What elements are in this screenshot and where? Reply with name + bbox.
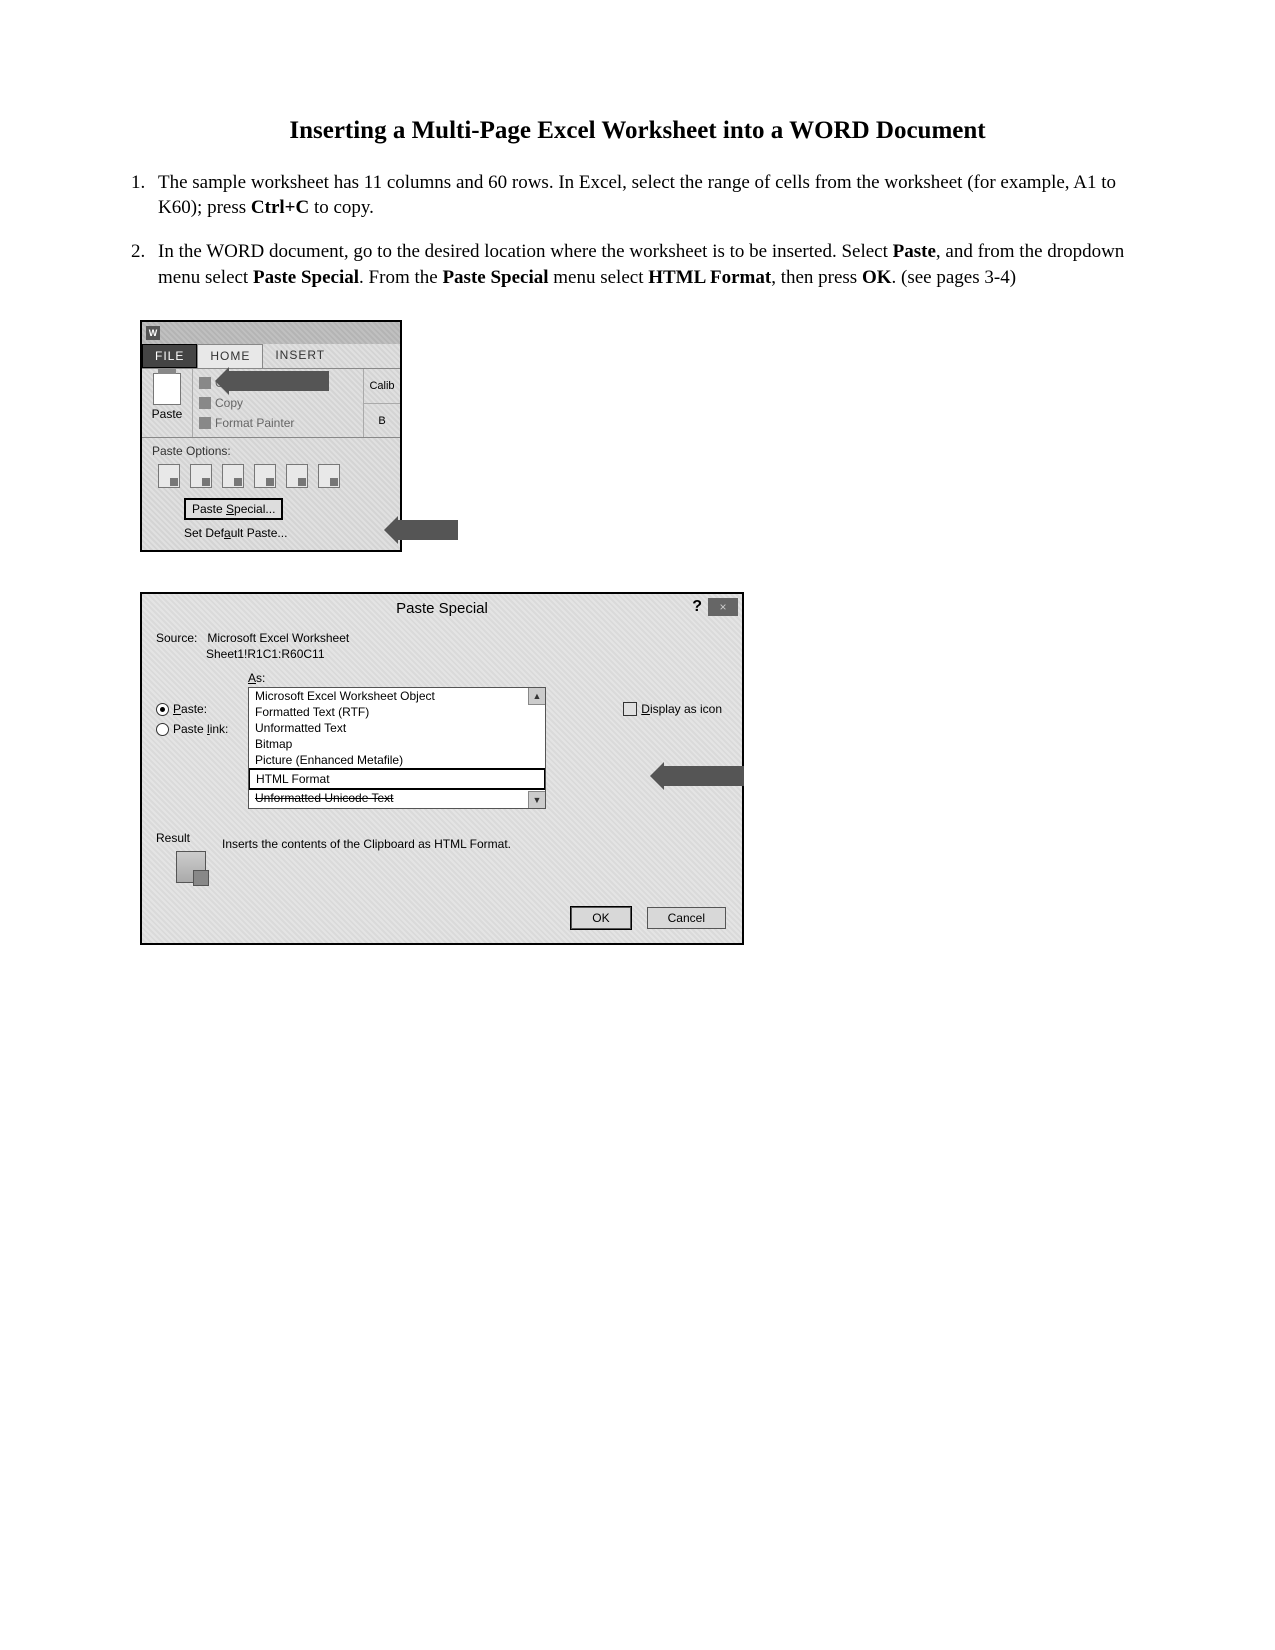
- radio-paste-accel: P: [173, 702, 181, 716]
- word-ribbon-screenshot: W FILE HOME INSERT Paste Cut Copy: [140, 320, 402, 552]
- brush-icon: [199, 417, 211, 429]
- paste-option-4[interactable]: [254, 464, 276, 488]
- tab-file[interactable]: FILE: [142, 344, 197, 368]
- source-range: Sheet1!R1C1:R60C11: [156, 647, 728, 661]
- page-title: Inserting a Multi-Page Excel Worksheet i…: [120, 117, 1155, 145]
- source-label: Source:: [156, 631, 197, 645]
- list-item[interactable]: Formatted Text (RTF): [249, 704, 545, 720]
- paste-option-icons: [158, 464, 390, 488]
- paste-option-3[interactable]: [222, 464, 244, 488]
- display-as-icon-checkbox[interactable]: Display as icon: [623, 702, 722, 716]
- list-item[interactable]: Bitmap: [249, 736, 545, 752]
- display-as-icon-rest: isplay as icon: [650, 702, 722, 716]
- result-label: Result: [156, 831, 190, 845]
- step-2-bold-html: HTML Format: [648, 267, 771, 288]
- as-label: As:: [248, 671, 728, 685]
- step-1-shortcut: Ctrl+C: [251, 197, 309, 218]
- checkbox-icon: [623, 702, 637, 716]
- font-name-fragment[interactable]: Calib: [364, 369, 400, 404]
- step-2-text-c: . From the: [359, 267, 442, 288]
- radio-dot-icon641data-interactable: [156, 723, 169, 736]
- step-2-text-a: In the WORD document, go to the desired …: [158, 241, 893, 262]
- copy-label: Copy: [215, 396, 243, 410]
- list-item-selected-frame: HTML Format: [248, 768, 546, 790]
- paste-special-dialog: Paste Special ? × Source: Microsoft Exce…: [140, 592, 744, 945]
- list-item[interactable]: Microsoft Excel Worksheet Object: [249, 688, 545, 704]
- ribbon-titlebar: W: [142, 322, 400, 344]
- ok-button[interactable]: OK: [571, 907, 630, 929]
- instruction-list: The sample worksheet has 11 columns and …: [120, 170, 1155, 291]
- step-2-bold-ok: OK: [862, 267, 892, 288]
- paste-button-label: Paste: [144, 407, 190, 421]
- step-2-bold-pastespecial2: Paste Special: [442, 267, 548, 288]
- paste-special-label-pre: Paste: [192, 502, 226, 516]
- annotation-arrow-icon: [398, 520, 458, 540]
- set-default-pre: Set Def: [184, 526, 224, 540]
- scissors-icon: [199, 377, 211, 389]
- paste-special-accel: S: [226, 502, 234, 516]
- scroll-down-button[interactable]: ▼: [528, 791, 545, 808]
- bold-button[interactable]: B: [364, 404, 400, 438]
- word-app-icon: W: [146, 326, 160, 340]
- as-accel: A: [248, 671, 256, 685]
- set-default-post: ult Paste...: [231, 526, 288, 540]
- paste-option-6[interactable]: [318, 464, 340, 488]
- radio-dot-icon: [156, 703, 169, 716]
- radio-paste-link[interactable]: Paste link:: [156, 722, 228, 736]
- format-listbox[interactable]: ▲ Microsoft Excel Worksheet Object Forma…: [248, 687, 546, 809]
- list-item[interactable]: Picture (Enhanced Metafile): [249, 752, 545, 768]
- tab-home[interactable]: HOME: [197, 344, 263, 368]
- scroll-up-button[interactable]: ▲: [528, 688, 545, 705]
- radio-pastelink-pre: Paste: [173, 722, 207, 736]
- list-item[interactable]: Unformatted Text: [249, 720, 545, 736]
- step-1: The sample worksheet has 11 columns and …: [150, 170, 1155, 221]
- step-2-text-d: menu select: [549, 267, 649, 288]
- paste-option-1[interactable]: [158, 464, 180, 488]
- clipboard-result-icon: [176, 851, 206, 883]
- copy-icon: [199, 397, 211, 409]
- format-painter-label: Format Painter: [215, 416, 294, 430]
- radio-pastelink-post: ink:: [210, 722, 229, 736]
- source-value: Microsoft Excel Worksheet: [207, 631, 349, 645]
- format-painter-button[interactable]: Format Painter: [199, 416, 357, 430]
- step-2-bold-pastespecial: Paste Special: [253, 267, 359, 288]
- paste-special-menu-item[interactable]: Paste Special...: [184, 498, 283, 520]
- set-default-accel: a: [224, 526, 231, 540]
- radio-paste-rest: aste:: [181, 702, 207, 716]
- paste-option-5[interactable]: [286, 464, 308, 488]
- copy-button[interactable]: Copy: [199, 396, 357, 410]
- annotation-arrow-icon: [664, 766, 744, 786]
- result-description: Inserts the contents of the Clipboard as…: [222, 837, 728, 851]
- step-1-text-b: to copy.: [309, 197, 374, 218]
- step-2-text-e: , then press: [771, 267, 862, 288]
- paste-special-label-post: pecial...: [234, 502, 275, 516]
- paste-icon: [153, 373, 181, 405]
- list-item[interactable]: Unformatted Unicode Text: [249, 790, 545, 806]
- list-item-html-format[interactable]: HTML Format: [250, 770, 544, 788]
- display-as-icon-accel: D: [641, 702, 650, 716]
- dialog-title: Paste Special: [396, 600, 488, 617]
- cancel-button[interactable]: Cancel: [647, 907, 726, 929]
- set-default-paste-menu-item[interactable]: Set Default Paste...: [184, 526, 390, 540]
- step-2: In the WORD document, go to the desired …: [150, 239, 1155, 290]
- paste-options-label: Paste Options:: [152, 444, 390, 458]
- radio-paste[interactable]: Paste:: [156, 702, 228, 716]
- paste-option-2[interactable]: [190, 464, 212, 488]
- tab-insert[interactable]: INSERT: [263, 344, 337, 368]
- step-2-bold-paste: Paste: [893, 241, 936, 262]
- annotation-arrow-icon: [229, 371, 329, 391]
- close-button[interactable]: ×: [708, 598, 738, 616]
- step-2-text-f: . (see pages 3-4): [892, 267, 1017, 288]
- font-group-fragment: Calib B: [363, 369, 400, 437]
- paste-button[interactable]: Paste: [142, 369, 193, 437]
- help-button[interactable]: ?: [692, 598, 702, 616]
